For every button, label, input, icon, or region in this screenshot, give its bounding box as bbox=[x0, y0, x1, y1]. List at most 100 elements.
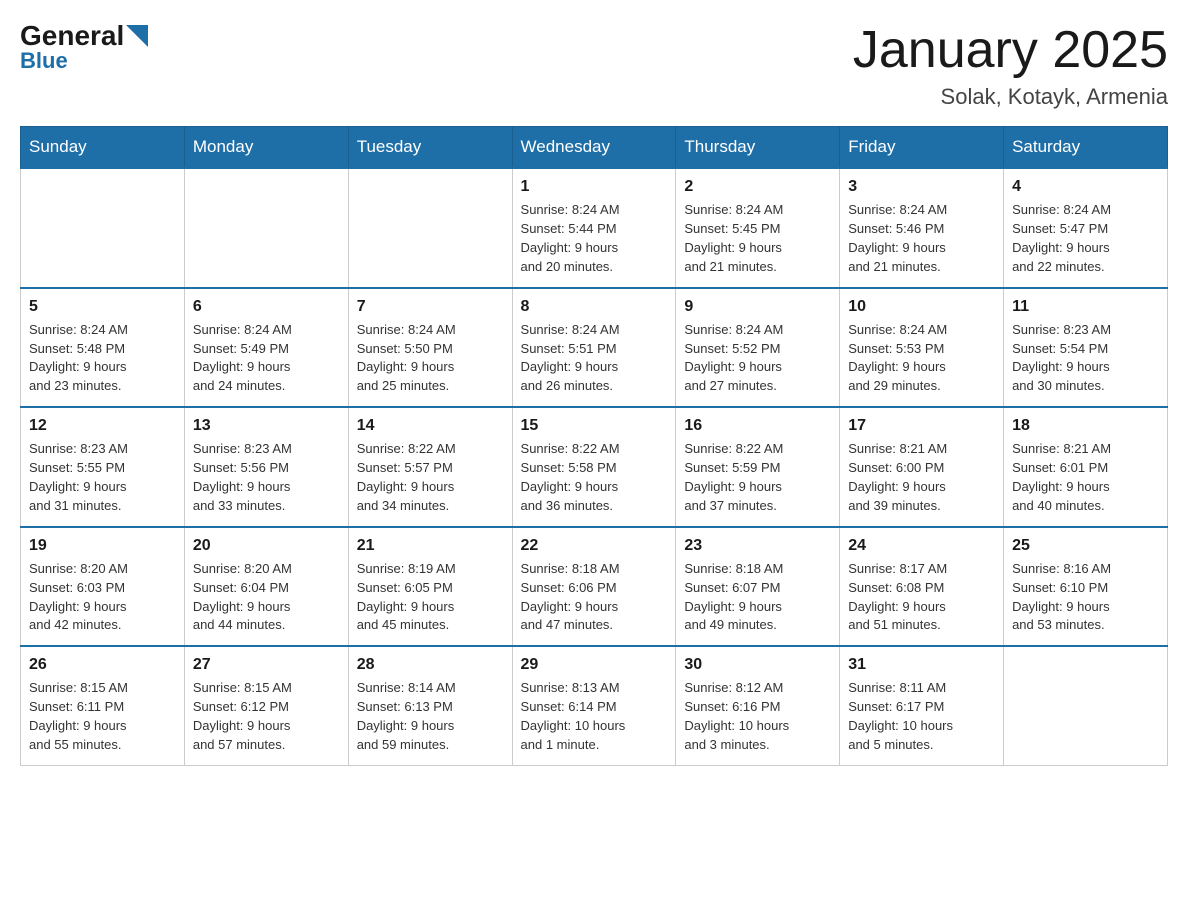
day-number: 6 bbox=[193, 295, 340, 318]
calendar-week-row: 1 Sunrise: 8:24 AMSunset: 5:44 PMDaylight… bbox=[21, 168, 1168, 288]
calendar-day-cell: 12 Sunrise: 8:23 AMSunset: 5:55 PMDayligh… bbox=[21, 407, 185, 527]
calendar-day-cell: 30 Sunrise: 8:12 AMSunset: 6:16 PMDayligh… bbox=[676, 646, 840, 765]
day-number: 14 bbox=[357, 414, 504, 437]
day-header-wednesday: Wednesday bbox=[512, 127, 676, 169]
calendar-day-cell: 6 Sunrise: 8:24 AMSunset: 5:49 PMDaylight… bbox=[184, 288, 348, 408]
calendar-day-cell: 16 Sunrise: 8:22 AMSunset: 5:59 PMDayligh… bbox=[676, 407, 840, 527]
calendar-day-cell: 11 Sunrise: 8:23 AMSunset: 5:54 PMDayligh… bbox=[1004, 288, 1168, 408]
day-info: Sunrise: 8:11 AMSunset: 6:17 PMDaylight:… bbox=[848, 679, 995, 754]
day-info: Sunrise: 8:22 AMSunset: 5:59 PMDaylight:… bbox=[684, 440, 831, 515]
day-info: Sunrise: 8:20 AMSunset: 6:04 PMDaylight:… bbox=[193, 560, 340, 635]
calendar-day-cell: 7Sunrise: 8:24 AMSunset: 5:50 PMDaylight… bbox=[348, 288, 512, 408]
logo-blue-text: Blue bbox=[20, 48, 68, 74]
calendar-day-cell: 23Sunrise: 8:18 AMSunset: 6:07 PMDayligh… bbox=[676, 527, 840, 647]
day-number: 7 bbox=[357, 295, 504, 318]
calendar-day-cell: 22Sunrise: 8:18 AMSunset: 6:06 PMDayligh… bbox=[512, 527, 676, 647]
day-header-friday: Friday bbox=[840, 127, 1004, 169]
day-header-thursday: Thursday bbox=[676, 127, 840, 169]
day-number: 20 bbox=[193, 534, 340, 557]
day-number: 27 bbox=[193, 653, 340, 676]
calendar-day-cell: 14 Sunrise: 8:22 AMSunset: 5:57 PMDayligh… bbox=[348, 407, 512, 527]
calendar-day-cell bbox=[1004, 646, 1168, 765]
day-number: 15 bbox=[521, 414, 668, 437]
day-info: Sunrise: 8:13 AMSunset: 6:14 PMDaylight:… bbox=[521, 679, 668, 754]
calendar-day-cell: 3 Sunrise: 8:24 AMSunset: 5:46 PMDaylight… bbox=[840, 168, 1004, 288]
calendar-title: January 2025 bbox=[853, 20, 1168, 80]
calendar-day-cell: 24Sunrise: 8:17 AMSunset: 6:08 PMDayligh… bbox=[840, 527, 1004, 647]
day-number: 10 bbox=[848, 295, 995, 318]
calendar-day-cell: 31 Sunrise: 8:11 AMSunset: 6:17 PMDayligh… bbox=[840, 646, 1004, 765]
day-info: Sunrise: 8:19 AMSunset: 6:05 PMDaylight:… bbox=[357, 560, 504, 635]
day-info: Sunrise: 8:22 AMSunset: 5:57 PMDaylight:… bbox=[357, 440, 504, 515]
logo: General Blue bbox=[20, 20, 148, 74]
day-number: 16 bbox=[684, 414, 831, 437]
calendar-day-cell: 20 Sunrise: 8:20 AMSunset: 6:04 PMDayligh… bbox=[184, 527, 348, 647]
day-number: 11 bbox=[1012, 295, 1159, 318]
day-info: Sunrise: 8:15 AMSunset: 6:12 PMDaylight:… bbox=[193, 679, 340, 754]
title-block: January 2025 Solak, Kotayk, Armenia bbox=[853, 20, 1168, 110]
day-info: Sunrise: 8:21 AMSunset: 6:00 PMDaylight:… bbox=[848, 440, 995, 515]
calendar-day-cell: 1 Sunrise: 8:24 AMSunset: 5:44 PMDaylight… bbox=[512, 168, 676, 288]
day-number: 2 bbox=[684, 175, 831, 198]
calendar-week-row: 12 Sunrise: 8:23 AMSunset: 5:55 PMDayligh… bbox=[21, 407, 1168, 527]
calendar-day-cell: 21Sunrise: 8:19 AMSunset: 6:05 PMDayligh… bbox=[348, 527, 512, 647]
day-header-monday: Monday bbox=[184, 127, 348, 169]
calendar-day-cell: 4 Sunrise: 8:24 AMSunset: 5:47 PMDaylight… bbox=[1004, 168, 1168, 288]
calendar-day-cell: 26 Sunrise: 8:15 AMSunset: 6:11 PMDayligh… bbox=[21, 646, 185, 765]
day-info: Sunrise: 8:24 AMSunset: 5:52 PMDaylight:… bbox=[684, 321, 831, 396]
day-info: Sunrise: 8:16 AMSunset: 6:10 PMDaylight:… bbox=[1012, 560, 1159, 635]
day-number: 8 bbox=[521, 295, 668, 318]
day-info: Sunrise: 8:24 AMSunset: 5:46 PMDaylight:… bbox=[848, 201, 995, 276]
calendar-day-cell: 2Sunrise: 8:24 AMSunset: 5:45 PMDaylight… bbox=[676, 168, 840, 288]
day-info: Sunrise: 8:23 AMSunset: 5:55 PMDaylight:… bbox=[29, 440, 176, 515]
day-info: Sunrise: 8:23 AMSunset: 5:54 PMDaylight:… bbox=[1012, 321, 1159, 396]
calendar-day-cell: 10 Sunrise: 8:24 AMSunset: 5:53 PMDayligh… bbox=[840, 288, 1004, 408]
calendar-day-cell: 17Sunrise: 8:21 AMSunset: 6:00 PMDayligh… bbox=[840, 407, 1004, 527]
calendar-day-cell: 25Sunrise: 8:16 AMSunset: 6:10 PMDayligh… bbox=[1004, 527, 1168, 647]
day-info: Sunrise: 8:24 AMSunset: 5:47 PMDaylight:… bbox=[1012, 201, 1159, 276]
day-number: 31 bbox=[848, 653, 995, 676]
day-info: Sunrise: 8:15 AMSunset: 6:11 PMDaylight:… bbox=[29, 679, 176, 754]
day-info: Sunrise: 8:23 AMSunset: 5:56 PMDaylight:… bbox=[193, 440, 340, 515]
day-info: Sunrise: 8:21 AMSunset: 6:01 PMDaylight:… bbox=[1012, 440, 1159, 515]
day-info: Sunrise: 8:24 AMSunset: 5:51 PMDaylight:… bbox=[521, 321, 668, 396]
day-number: 29 bbox=[521, 653, 668, 676]
day-number: 19 bbox=[29, 534, 176, 557]
day-info: Sunrise: 8:24 AMSunset: 5:49 PMDaylight:… bbox=[193, 321, 340, 396]
calendar-week-row: 5 Sunrise: 8:24 AMSunset: 5:48 PMDaylight… bbox=[21, 288, 1168, 408]
calendar-week-row: 19 Sunrise: 8:20 AMSunset: 6:03 PMDayligh… bbox=[21, 527, 1168, 647]
calendar-header-row: SundayMondayTuesdayWednesdayThursdayFrid… bbox=[21, 127, 1168, 169]
day-number: 26 bbox=[29, 653, 176, 676]
day-number: 4 bbox=[1012, 175, 1159, 198]
calendar-day-cell bbox=[348, 168, 512, 288]
day-info: Sunrise: 8:24 AMSunset: 5:48 PMDaylight:… bbox=[29, 321, 176, 396]
day-number: 24 bbox=[848, 534, 995, 557]
calendar-day-cell: 28 Sunrise: 8:14 AMSunset: 6:13 PMDayligh… bbox=[348, 646, 512, 765]
calendar-day-cell: 9Sunrise: 8:24 AMSunset: 5:52 PMDaylight… bbox=[676, 288, 840, 408]
calendar-day-cell bbox=[21, 168, 185, 288]
day-number: 12 bbox=[29, 414, 176, 437]
day-number: 5 bbox=[29, 295, 176, 318]
day-info: Sunrise: 8:24 AMSunset: 5:44 PMDaylight:… bbox=[521, 201, 668, 276]
day-info: Sunrise: 8:14 AMSunset: 6:13 PMDaylight:… bbox=[357, 679, 504, 754]
day-number: 3 bbox=[848, 175, 995, 198]
calendar-day-cell: 19 Sunrise: 8:20 AMSunset: 6:03 PMDayligh… bbox=[21, 527, 185, 647]
calendar-day-cell: 13Sunrise: 8:23 AMSunset: 5:56 PMDayligh… bbox=[184, 407, 348, 527]
day-header-sunday: Sunday bbox=[21, 127, 185, 169]
logo-arrow-icon bbox=[126, 25, 148, 47]
day-number: 1 bbox=[521, 175, 668, 198]
day-info: Sunrise: 8:20 AMSunset: 6:03 PMDaylight:… bbox=[29, 560, 176, 635]
day-info: Sunrise: 8:18 AMSunset: 6:07 PMDaylight:… bbox=[684, 560, 831, 635]
day-number: 28 bbox=[357, 653, 504, 676]
day-header-saturday: Saturday bbox=[1004, 127, 1168, 169]
day-header-tuesday: Tuesday bbox=[348, 127, 512, 169]
day-number: 18 bbox=[1012, 414, 1159, 437]
page-header: General Blue January 2025 Solak, Kotayk,… bbox=[20, 20, 1168, 110]
day-info: Sunrise: 8:24 AMSunset: 5:53 PMDaylight:… bbox=[848, 321, 995, 396]
day-info: Sunrise: 8:22 AMSunset: 5:58 PMDaylight:… bbox=[521, 440, 668, 515]
calendar-day-cell: 5 Sunrise: 8:24 AMSunset: 5:48 PMDaylight… bbox=[21, 288, 185, 408]
calendar-day-cell: 18 Sunrise: 8:21 AMSunset: 6:01 PMDayligh… bbox=[1004, 407, 1168, 527]
day-info: Sunrise: 8:12 AMSunset: 6:16 PMDaylight:… bbox=[684, 679, 831, 754]
day-number: 30 bbox=[684, 653, 831, 676]
calendar-day-cell bbox=[184, 168, 348, 288]
